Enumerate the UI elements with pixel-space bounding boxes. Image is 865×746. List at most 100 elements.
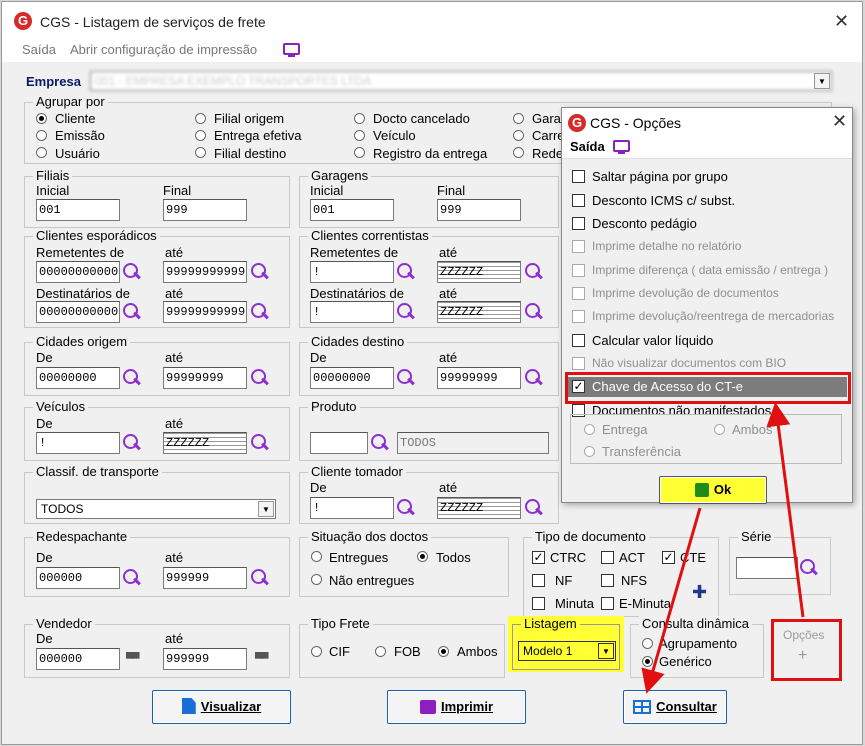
esp-dest-de-input[interactable]: 00000000000 [36,301,120,323]
chk-minuta[interactable] [532,597,545,610]
redesp-ate-input[interactable]: 999999 [163,567,247,589]
search-icon[interactable] [250,568,270,588]
search-icon[interactable] [524,498,544,518]
cid-destino-de-input[interactable]: 00000000 [310,367,394,389]
serie-input[interactable] [736,557,798,579]
esp-dest-ate-input[interactable]: 99999999999 [163,301,247,323]
chevron-down-icon[interactable]: ▼ [258,501,274,517]
cid-origem-de-input[interactable]: 00000000 [36,367,120,389]
radio-label: Cliente [55,111,96,126]
tomador-ate-input[interactable]: ZZZZZZ [437,497,521,519]
filial-final-input[interactable]: 999 [163,199,247,221]
search-icon[interactable] [396,368,416,388]
opt-chk-4 [572,264,585,277]
visualizar-button[interactable]: Visualizar [152,690,291,724]
chk-eminuta[interactable] [601,597,614,610]
chk-nf[interactable] [532,574,545,587]
radio-garagem[interactable] [513,113,524,124]
garagem-inicial-input[interactable]: 001 [310,199,394,221]
radio-fob[interactable] [375,646,386,657]
menu-saida[interactable]: Saída [22,42,56,57]
tomador-de-input[interactable]: ! [310,497,394,519]
chk-act[interactable] [601,551,614,564]
radio-rede[interactable] [513,147,524,158]
chevron-down-icon[interactable]: ▼ [814,73,830,89]
search-icon[interactable] [396,498,416,518]
chk-ctrc[interactable]: ✓ [532,551,545,564]
menu-print-config[interactable]: Abrir configuração de impressão [70,42,257,57]
binoculars-icon[interactable]: ▀▀ [255,653,269,665]
corr-rem-ate-input[interactable]: ZZZZZZ [437,261,521,283]
opt-chk-0[interactable] [572,170,585,183]
radio-cliente[interactable] [36,113,47,124]
vendedor-de-input[interactable]: 000000 [36,648,120,670]
close-icon[interactable]: ✕ [832,111,847,132]
radio-registro-entrega[interactable] [354,147,365,158]
search-icon[interactable] [524,302,544,322]
veiculo-ate-input[interactable]: ZZZZZZ [163,432,247,454]
radio-cif[interactable] [311,646,322,657]
vendedor-ate-input[interactable]: 999999 [163,648,247,670]
search-icon[interactable] [122,433,142,453]
classif-select[interactable]: TODOS [36,499,276,519]
corr-dest-ate-input[interactable]: ZZZZZZ [437,301,521,323]
radio-emissao[interactable] [36,130,47,141]
esp-rem-ate-input[interactable]: 99999999999 [163,261,247,283]
chevron-down-icon[interactable]: ▼ [598,643,614,659]
cid-destino-ate-input[interactable]: 99999999 [437,367,521,389]
opt-chk-7[interactable] [572,334,585,347]
close-icon[interactable]: ✕ [834,11,849,32]
search-icon[interactable] [370,433,390,453]
corr-rem-de-input[interactable]: ! [310,261,394,283]
search-icon[interactable] [524,262,544,282]
garagem-final-input[interactable]: 999 [437,199,521,221]
filial-inicial-input[interactable]: 001 [36,199,120,221]
search-icon[interactable] [122,262,142,282]
monitor-icon[interactable] [613,140,630,154]
radio-filial-origem[interactable] [195,113,206,124]
add-plus-icon[interactable]: ✚ [692,582,707,603]
radio-ambos[interactable] [438,646,449,657]
search-icon[interactable] [524,368,544,388]
radio-nao-entregues[interactable] [311,574,322,585]
radio-carreta[interactable] [513,130,524,141]
opt-chk-2[interactable] [572,217,585,230]
cid-origem-ate-input[interactable]: 99999999 [163,367,247,389]
radio-entrega-efetiva[interactable] [195,130,206,141]
radio-usuario[interactable] [36,147,47,158]
search-icon[interactable] [250,433,270,453]
radio-agrupamento[interactable] [642,638,653,649]
binoculars-icon[interactable]: ▀▀ [126,653,140,665]
produto-code-input[interactable] [310,432,368,454]
search-icon[interactable] [250,302,270,322]
consultar-button[interactable]: Consultar [623,690,727,724]
opt-chk-chave-acesso[interactable]: ✓ [572,380,585,393]
opt-chk-1[interactable] [572,194,585,207]
corr-dest-de-input[interactable]: ! [310,301,394,323]
radio-filial-destino[interactable] [195,147,206,158]
radio-entregues[interactable] [311,551,322,562]
search-icon[interactable] [122,368,142,388]
search-icon[interactable] [122,302,142,322]
esp-rem-de-input[interactable]: 00000000000 [36,261,120,283]
search-icon[interactable] [250,262,270,282]
search-icon[interactable] [396,262,416,282]
empresa-select[interactable]: 001 - EMPRESA EXEMPLO TRANSPORTES LTDA [90,71,832,91]
veiculo-de-input[interactable]: ! [36,432,120,454]
search-icon[interactable] [250,368,270,388]
chk-cte[interactable]: ✓ [662,551,675,564]
monitor-icon[interactable] [283,43,300,57]
chk-nfs[interactable] [601,574,614,587]
search-icon[interactable] [396,302,416,322]
search-icon[interactable] [122,568,142,588]
ok-button[interactable]: Ok [659,476,767,504]
radio-todos[interactable] [417,551,428,562]
imprimir-button[interactable]: Imprimir [387,690,526,724]
radio-generico[interactable] [642,656,653,667]
radio-veiculo[interactable] [354,130,365,141]
menu-saida[interactable]: Saída [570,139,605,154]
radio-docto-cancelado[interactable] [354,113,365,124]
redesp-de-input[interactable]: 000000 [36,567,120,589]
field-label: Destinatários de [36,286,130,301]
search-icon[interactable] [799,558,819,578]
